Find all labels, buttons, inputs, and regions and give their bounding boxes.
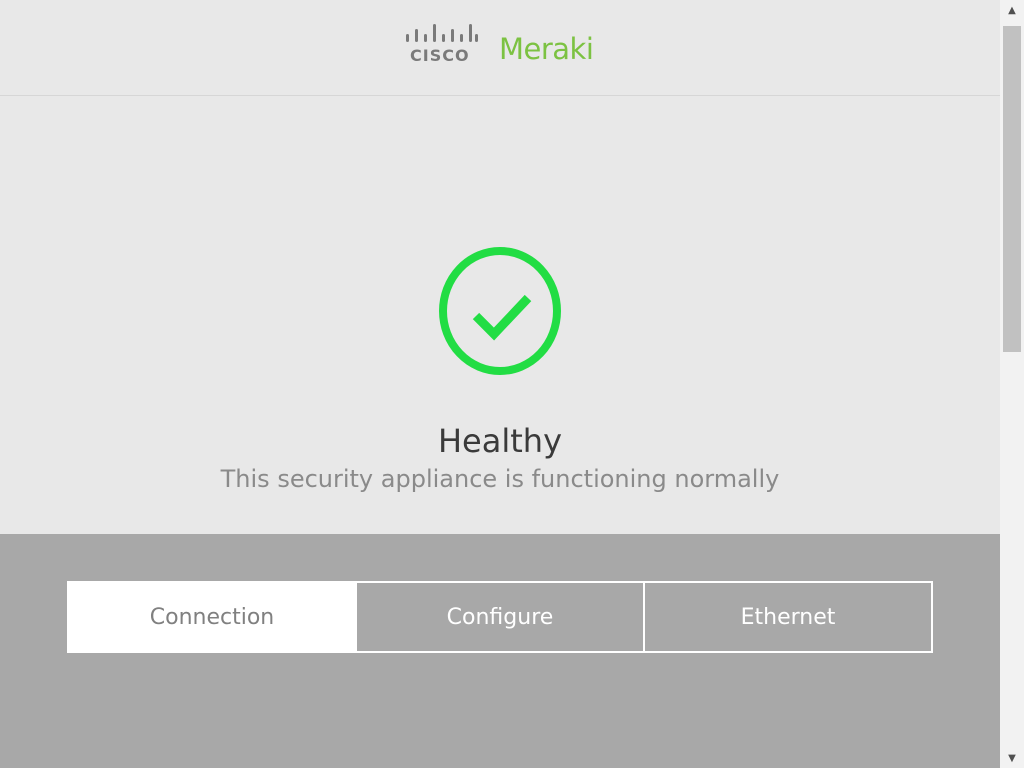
scroll-up-button[interactable]: ▲ — [1000, 0, 1024, 20]
vertical-scrollbar[interactable]: ▲ ▼ — [1000, 0, 1024, 768]
tab-configure[interactable]: Configure — [355, 583, 643, 651]
header: CISCO Meraki — [0, 0, 1000, 96]
check-circle-icon — [439, 247, 561, 375]
cisco-wordmark: CISCO — [410, 46, 470, 65]
triangle-up-icon: ▲ — [1008, 4, 1016, 16]
tab-ethernet[interactable]: Ethernet — [643, 583, 931, 651]
status-title: Healthy — [437, 422, 562, 460]
triangle-down-icon: ▼ — [1008, 752, 1016, 764]
meraki-wordmark: Meraki — [499, 32, 594, 66]
page-viewport: CISCO Meraki Healthy This security appli… — [0, 0, 1000, 768]
bottom-panel: Connection Configure Ethernet — [0, 534, 1000, 768]
tab-bar: Connection Configure Ethernet — [67, 581, 933, 653]
scroll-thumb[interactable] — [1003, 26, 1021, 352]
tab-connection[interactable]: Connection — [69, 583, 355, 651]
status-subtitle: This security appliance is functioning n… — [220, 465, 780, 493]
status-area: Healthy This security appliance is funct… — [0, 96, 1000, 534]
scroll-down-button[interactable]: ▼ — [1000, 748, 1024, 768]
